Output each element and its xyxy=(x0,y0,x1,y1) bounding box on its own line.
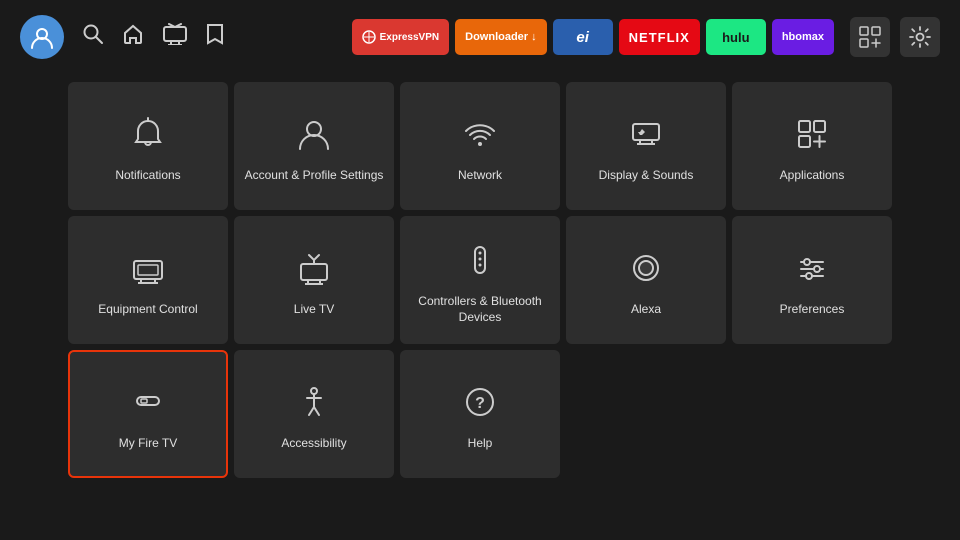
preferences-icon xyxy=(793,244,831,292)
my-fire-tv-label: My Fire TV xyxy=(119,436,177,452)
equipment-label: Equipment Control xyxy=(98,302,197,318)
applications-label: Applications xyxy=(780,168,845,184)
grid-item-notifications[interactable]: Notifications xyxy=(68,82,228,210)
notifications-label: Notifications xyxy=(115,168,180,184)
controllers-label: Controllers & Bluetooth Devices xyxy=(408,294,552,325)
settings-gear-icon[interactable] xyxy=(900,17,940,57)
notifications-icon xyxy=(129,110,167,158)
live-tv-icon xyxy=(295,244,333,292)
display-sounds-icon xyxy=(627,110,665,158)
controllers-icon xyxy=(461,236,499,284)
alexa-label: Alexa xyxy=(631,302,661,318)
netflix-app[interactable]: NETFLIX xyxy=(619,19,700,55)
add-apps-icon[interactable] xyxy=(850,17,890,57)
network-icon xyxy=(461,110,499,158)
grid-item-help[interactable]: ? Help xyxy=(400,350,560,478)
app-container: ExpressVPN Downloader ↓ ei NETFLIX hulu … xyxy=(0,0,960,486)
grid-item-display-sounds[interactable]: Display & Sounds xyxy=(566,82,726,210)
network-label: Network xyxy=(458,168,502,184)
account-label: Account & Profile Settings xyxy=(245,168,384,184)
my-fire-tv-icon xyxy=(129,378,167,426)
help-icon: ? xyxy=(461,378,499,426)
empty-cell-2 xyxy=(732,350,892,478)
accessibility-icon xyxy=(295,378,333,426)
tv-nav-icon[interactable] xyxy=(162,23,188,51)
avatar[interactable] xyxy=(20,15,64,59)
grid-item-controllers[interactable]: Controllers & Bluetooth Devices xyxy=(400,216,560,344)
downloader-app[interactable]: Downloader ↓ xyxy=(455,19,547,55)
header: ExpressVPN Downloader ↓ ei NETFLIX hulu … xyxy=(0,0,960,74)
settings-main: Notifications Account & Profile Settings xyxy=(0,74,960,486)
settings-grid: Notifications Account & Profile Settings xyxy=(68,82,892,478)
search-nav-icon[interactable] xyxy=(82,23,104,51)
alexa-icon xyxy=(627,244,665,292)
header-apps: ExpressVPN Downloader ↓ ei NETFLIX hulu … xyxy=(352,19,834,55)
grid-item-live-tv[interactable]: Live TV xyxy=(234,216,394,344)
header-right xyxy=(850,17,940,57)
header-left xyxy=(20,15,336,59)
expressvpn-app[interactable]: ExpressVPN xyxy=(352,19,449,55)
grid-item-applications[interactable]: Applications xyxy=(732,82,892,210)
grid-item-accessibility[interactable]: Accessibility xyxy=(234,350,394,478)
svg-text:?: ? xyxy=(475,395,485,412)
grid-item-account[interactable]: Account & Profile Settings xyxy=(234,82,394,210)
equipment-icon xyxy=(129,244,167,292)
applications-icon xyxy=(793,110,831,158)
browser-app[interactable]: ei xyxy=(553,19,613,55)
help-label: Help xyxy=(468,436,493,452)
account-icon xyxy=(295,110,333,158)
accessibility-label: Accessibility xyxy=(281,436,346,452)
empty-cell-1 xyxy=(566,350,726,478)
display-sounds-label: Display & Sounds xyxy=(599,168,694,184)
home-nav-icon[interactable] xyxy=(122,23,144,51)
grid-item-my-fire-tv[interactable]: My Fire TV xyxy=(68,350,228,478)
live-tv-label: Live TV xyxy=(294,302,334,318)
grid-item-alexa[interactable]: Alexa xyxy=(566,216,726,344)
grid-item-network[interactable]: Network xyxy=(400,82,560,210)
grid-item-preferences[interactable]: Preferences xyxy=(732,216,892,344)
hbomax-app[interactable]: hbomax xyxy=(772,19,834,55)
preferences-label: Preferences xyxy=(780,302,845,318)
grid-item-equipment[interactable]: Equipment Control xyxy=(68,216,228,344)
hulu-app[interactable]: hulu xyxy=(706,19,766,55)
bookmark-nav-icon[interactable] xyxy=(206,23,224,51)
